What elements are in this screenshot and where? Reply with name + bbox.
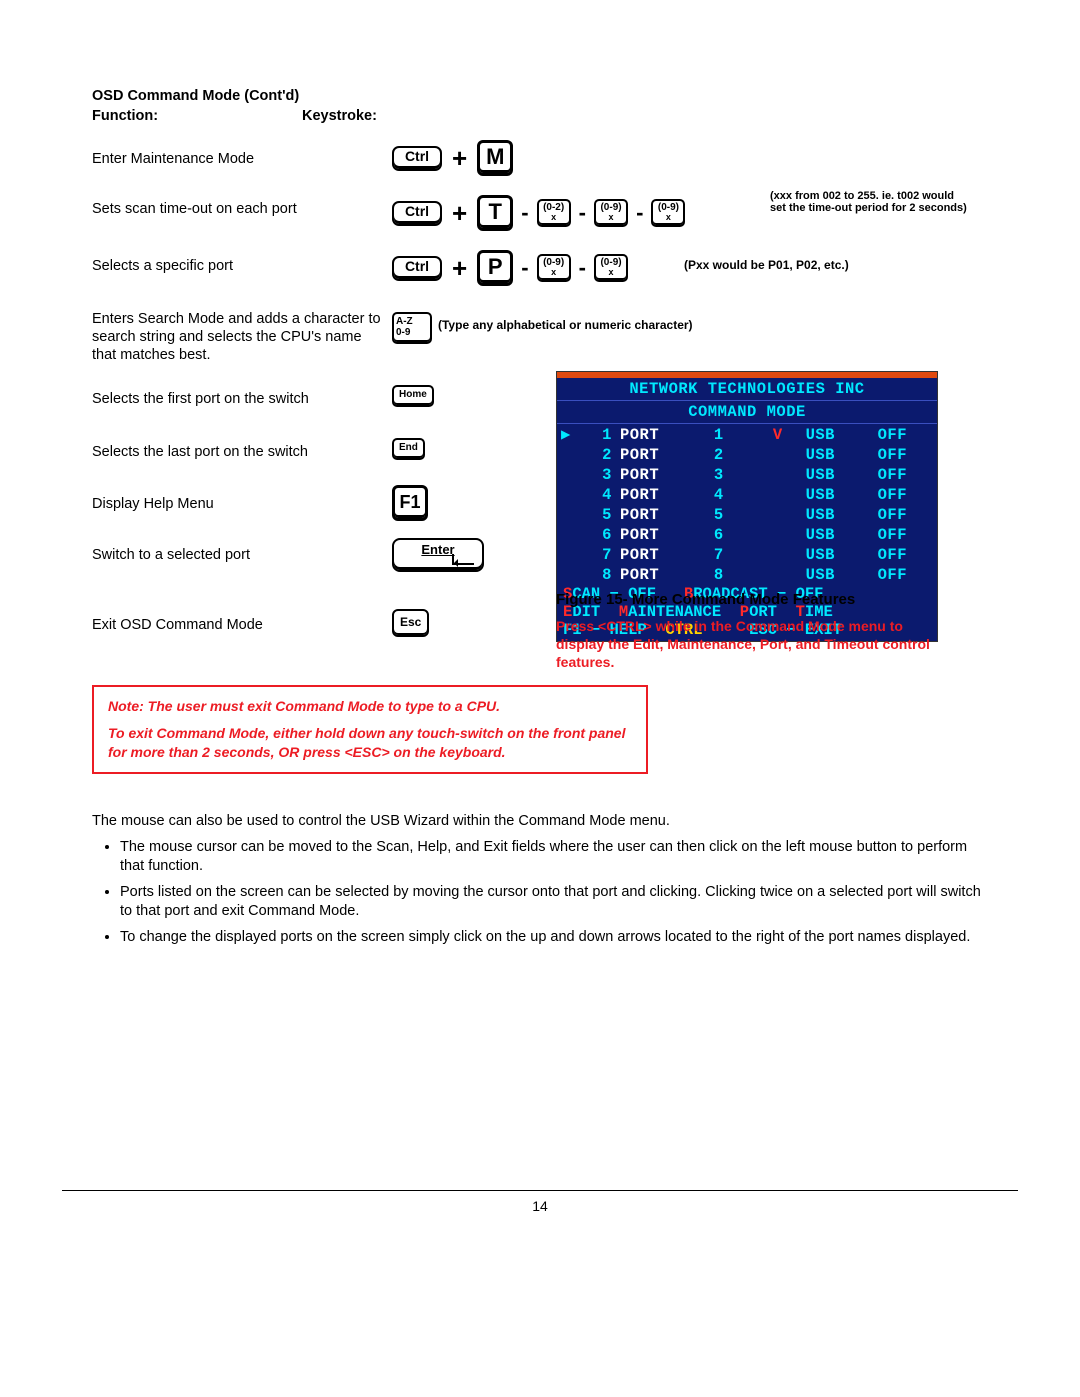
fn-enter-maintenance: Enter Maintenance Mode: [92, 150, 387, 168]
footer-rule: [62, 1190, 1018, 1191]
body-intro: The mouse can also be used to control th…: [92, 812, 992, 832]
osd-port-row: 3PORT3USBOFF: [557, 465, 937, 485]
osd-port-row: 6PORT6USBOFF: [557, 525, 937, 545]
esc-key: Esc: [392, 609, 429, 637]
redbox-line1: Note: The user must exit Command Mode to…: [108, 697, 632, 716]
fn-last-port: Selects the last port on the switch: [92, 443, 387, 461]
fn-help-menu: Display Help Menu: [92, 495, 387, 513]
m-key: M: [477, 140, 513, 176]
f1-key: F1: [392, 485, 428, 521]
red-side-note: Press <CTRL> while in the Command Mode m…: [556, 617, 942, 672]
digit-key: (0-2)x: [537, 199, 571, 227]
digit-key: (0-9)x: [651, 199, 685, 227]
plus-icon: +: [446, 253, 473, 284]
keys-r1: Ctrl + M: [392, 140, 513, 176]
keys-r9: Esc: [392, 609, 429, 637]
dash-icon: -: [575, 200, 590, 226]
body-bullets: The mouse cursor can be moved to the Sca…: [120, 838, 992, 948]
ctrl-key: Ctrl: [392, 256, 442, 281]
digit-key: (0-9)x: [537, 254, 571, 282]
fn-switch-port: Switch to a selected port: [92, 546, 387, 564]
fn-select-port: Selects a specific port: [92, 257, 387, 275]
redbox-line2: To exit Command Mode, either hold down a…: [108, 724, 632, 762]
osd-port-row: 8PORT8USBOFF: [557, 565, 937, 585]
osd-port-row: 2PORT2USBOFF: [557, 445, 937, 465]
osd-port-row: 4PORT4USBOFF: [557, 485, 937, 505]
keys-r4: A-Z0-9: [392, 312, 432, 344]
keys-r8: Enter: [392, 538, 484, 572]
osd-vendor: NETWORK TECHNOLOGIES INC: [629, 380, 864, 398]
keys-r3: Ctrl + P - (0-9)x - (0-9)x: [392, 250, 628, 286]
red-note-box: Note: The user must exit Command Mode to…: [92, 685, 648, 774]
digit-key: (0-9)x: [594, 199, 628, 227]
osd-port-row: 7PORT7USBOFF: [557, 545, 937, 565]
home-key: Home: [392, 385, 434, 407]
plus-icon: +: [446, 198, 473, 229]
col-header-keystroke: Keystroke:: [302, 108, 377, 124]
digit-key: (0-9)x: [594, 254, 628, 282]
dash-icon: -: [517, 255, 532, 281]
keys-r2: Ctrl + T - (0-2)x - (0-9)x - (0-9)x: [392, 195, 685, 231]
search-note: (Type any alphabetical or numeric charac…: [438, 318, 693, 332]
dash-icon: -: [517, 200, 532, 226]
end-key: End: [392, 438, 425, 460]
osd-mode: COMMAND MODE: [688, 403, 806, 421]
fn-first-port: Selects the first port on the switch: [92, 390, 387, 408]
alphanum-key: A-Z0-9: [392, 312, 432, 344]
timeout-note: (xxx from 002 to 255. ie. t002 would set…: [770, 190, 970, 214]
fn-search-mode: Enters Search Mode and adds a character …: [92, 310, 387, 364]
keys-r7: F1: [392, 485, 428, 521]
page-number: 14: [0, 1198, 1080, 1214]
p-key: P: [477, 250, 513, 286]
bullet-1: The mouse cursor can be moved to the Sca…: [120, 838, 992, 877]
ctrl-key: Ctrl: [392, 146, 442, 171]
fn-exit-osd: Exit OSD Command Mode: [92, 616, 387, 634]
osd-port-row: 5PORT5USBOFF: [557, 505, 937, 525]
col-header-function: Function:: [92, 108, 158, 124]
ctrl-key: Ctrl: [392, 201, 442, 226]
body-paragraph: The mouse can also be used to control th…: [92, 812, 992, 953]
section-title: OSD Command Mode (Cont'd): [92, 88, 299, 104]
enter-key: Enter: [392, 538, 484, 572]
osd-port-table: ▶1PORT1VUSBOFF2PORT2USBOFF3PORT3USBOFF4P…: [557, 424, 937, 585]
dash-icon: -: [632, 200, 647, 226]
keys-r6: End: [392, 438, 425, 460]
port-note: (Pxx would be P01, P02, etc.): [684, 258, 849, 272]
dash-icon: -: [575, 255, 590, 281]
plus-icon: +: [446, 143, 473, 174]
keys-r5: Home: [392, 385, 434, 407]
fn-scan-timeout: Sets scan time-out on each port: [92, 200, 387, 218]
t-key: T: [477, 195, 513, 231]
figure-caption: Figure 15- More Command Mode Features: [556, 591, 855, 608]
bullet-3: To change the displayed ports on the scr…: [120, 928, 992, 948]
osd-port-row: ▶1PORT1VUSBOFF: [557, 424, 937, 445]
bullet-2: Ports listed on the screen can be select…: [120, 883, 992, 922]
